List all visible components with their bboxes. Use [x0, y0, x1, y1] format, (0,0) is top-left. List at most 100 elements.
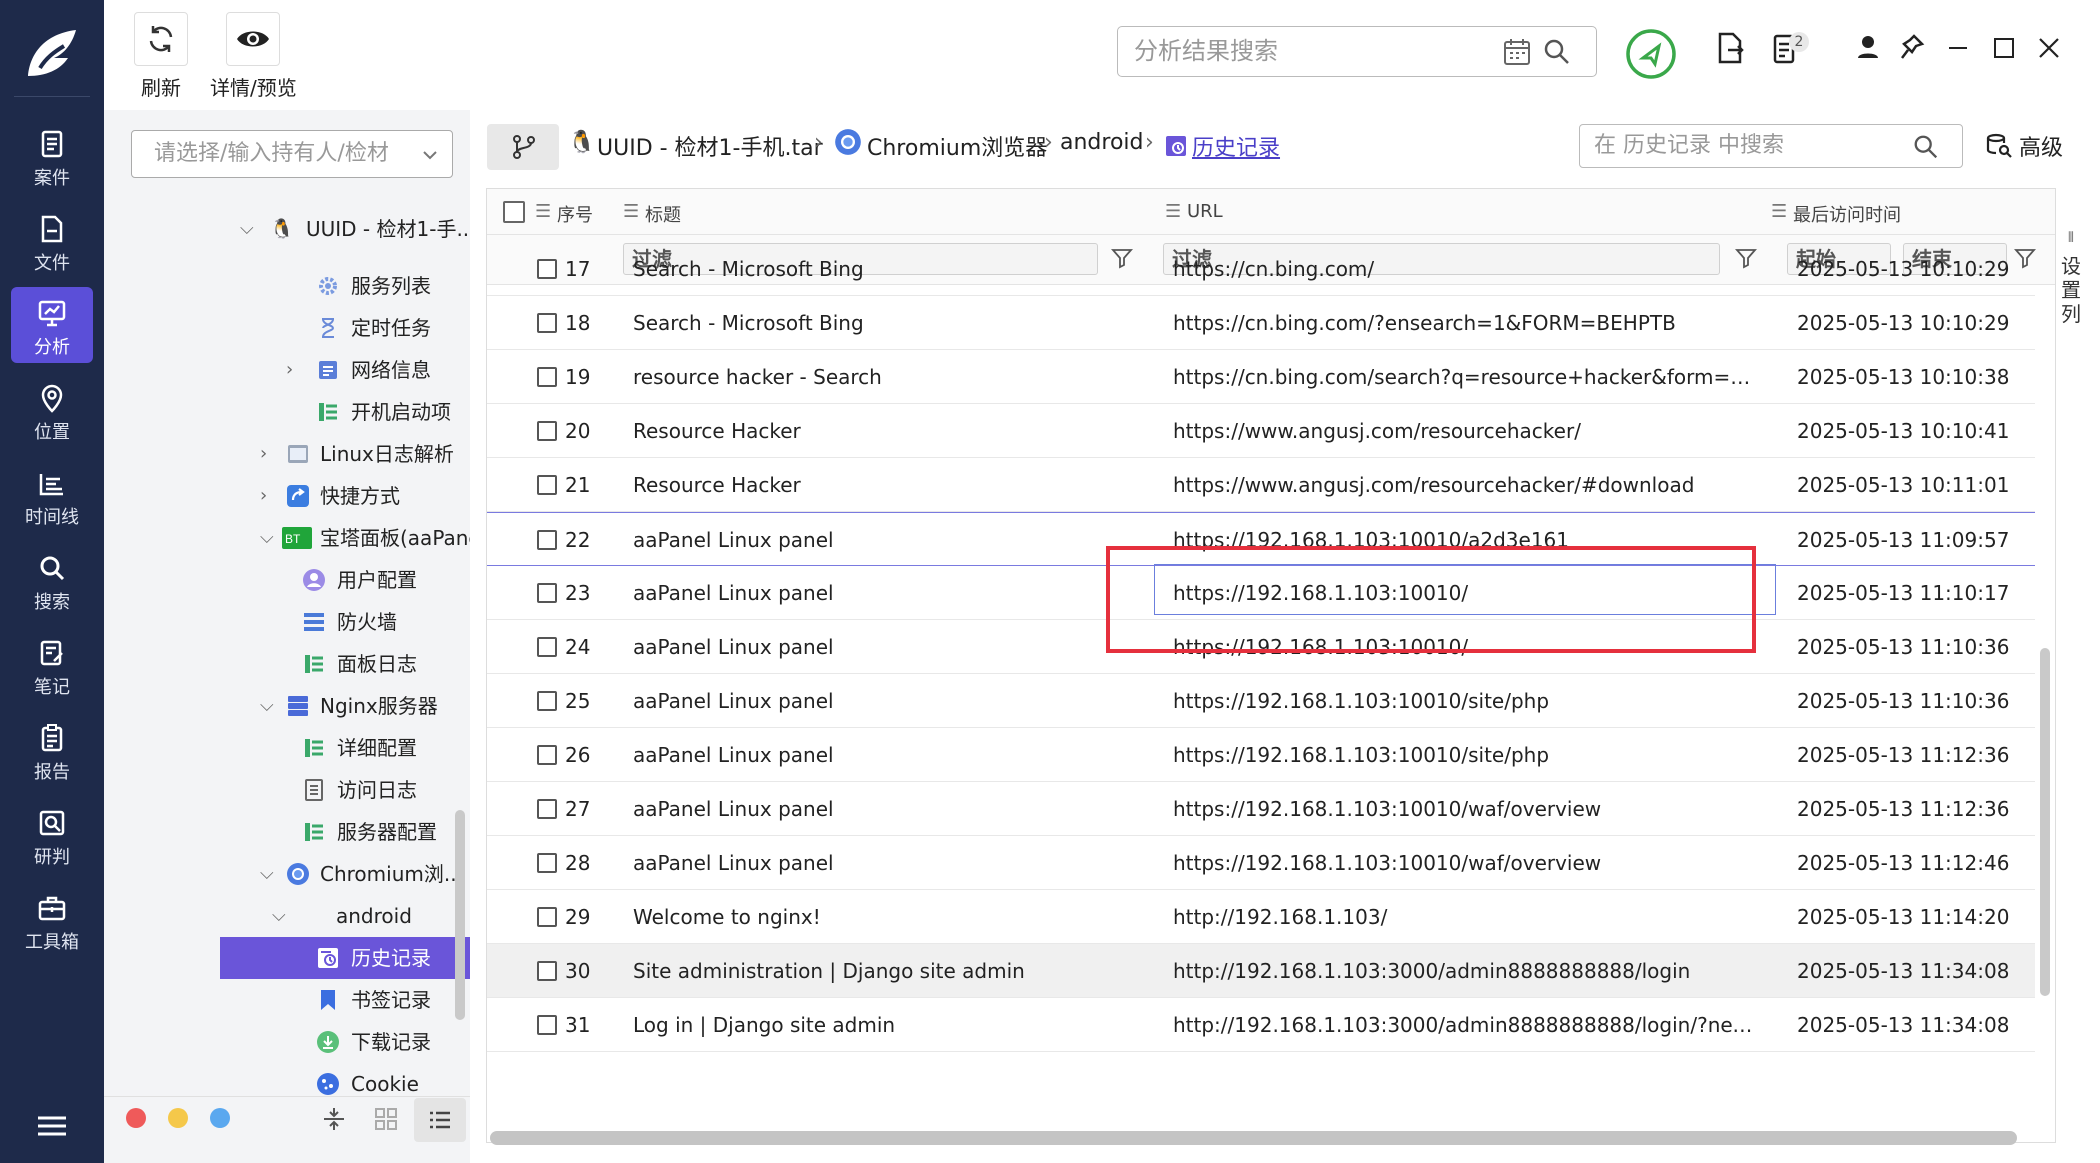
- row-checkbox[interactable]: [537, 475, 557, 495]
- column-time[interactable]: 最后访问时间: [1793, 201, 1901, 227]
- close-icon[interactable]: [2035, 30, 2063, 66]
- nav-search[interactable]: 搜索: [11, 542, 93, 618]
- cell-url[interactable]: http://192.168.1.103:3000/admin888888888…: [1173, 944, 1763, 998]
- column-menu-icon[interactable]: ☰: [535, 201, 551, 222]
- tree-item-nginx[interactable]: ⌵ Nginx服务器 46: [220, 685, 470, 727]
- tree-item-bookmarks[interactable]: 书签记录 4: [220, 979, 470, 1021]
- row-checkbox[interactable]: [537, 853, 557, 873]
- minimize-icon[interactable]: [1944, 30, 1972, 66]
- column-index[interactable]: 序号: [557, 201, 593, 227]
- yellow-tag-dot[interactable]: [168, 1108, 188, 1128]
- row-checkbox[interactable]: [537, 583, 557, 603]
- table-vertical-scrollbar[interactable]: [2040, 648, 2050, 996]
- table-row[interactable]: 31 Log in | Django site admin http://192.1…: [487, 998, 2035, 1052]
- tree-item-access-log[interactable]: 访问日志 33: [220, 769, 470, 811]
- table-row[interactable]: 19 resource hacker - Search https://cn.bin…: [487, 350, 2035, 404]
- user-icon[interactable]: [1854, 30, 1882, 66]
- cell-url[interactable]: http://192.168.1.103/: [1173, 890, 1763, 944]
- row-checkbox[interactable]: [537, 367, 557, 387]
- advanced-search-button[interactable]: 高级: [1985, 130, 2063, 162]
- table-row[interactable]: 17 Search - Microsoft Bing https://cn.bing…: [487, 242, 2035, 296]
- nav-timeline[interactable]: 时间线: [11, 457, 93, 533]
- chevron-down-icon[interactable]: ⌵: [240, 208, 254, 250]
- tree-item-cron[interactable]: 定时任务 4: [220, 307, 470, 349]
- tree-item-downloads[interactable]: 下载记录 1: [220, 1021, 470, 1063]
- chevron-down-icon[interactable]: ⌵: [260, 853, 274, 895]
- cell-url[interactable]: https://www.angusj.com/resourcehacker/#d…: [1173, 458, 1763, 512]
- nav-location[interactable]: 位置: [11, 372, 93, 448]
- row-checkbox[interactable]: [537, 313, 557, 333]
- details-preview-button[interactable]: 详情/预览: [210, 12, 297, 101]
- breadcrumb-platform[interactable]: android: [1060, 130, 1144, 155]
- select-all-checkbox[interactable]: [503, 201, 525, 223]
- nav-judge[interactable]: 研判: [11, 797, 93, 873]
- nav-case[interactable]: 案件: [11, 118, 93, 194]
- nav-toolbox[interactable]: 工具箱: [11, 882, 93, 958]
- column-menu-icon[interactable]: ☰: [1165, 201, 1181, 222]
- row-checkbox[interactable]: [537, 259, 557, 279]
- tree-item-detail-config[interactable]: 详细配置 1: [220, 727, 470, 769]
- tree-item-services[interactable]: 服务列表 127: [220, 265, 470, 307]
- table-row[interactable]: 27 aaPanel Linux panel https://192.168.1.1…: [487, 782, 2035, 836]
- tree-scrollbar[interactable]: [455, 810, 465, 1020]
- cell-url[interactable]: http://192.168.1.103:3000/admin888888888…: [1173, 998, 1763, 1052]
- blue-tag-dot[interactable]: [210, 1108, 230, 1128]
- breadcrumb-current[interactable]: 历史记录: [1192, 130, 1280, 162]
- nav-report[interactable]: 报告: [11, 712, 93, 788]
- table-row[interactable]: 29 Welcome to nginx! http://192.168.1.103/…: [487, 890, 2035, 944]
- tree-item-shortcuts[interactable]: › 快捷方式 144: [220, 475, 470, 517]
- nav-note[interactable]: 笔记: [11, 627, 93, 703]
- chevron-down-icon[interactable]: ⌵: [272, 895, 286, 937]
- table-row[interactable]: 18 Search - Microsoft Bing https://cn.bing…: [487, 296, 2035, 350]
- chevron-right-icon[interactable]: ›: [260, 475, 267, 517]
- nav-analysis[interactable]: 分析: [11, 287, 93, 363]
- chevron-down-icon[interactable]: ⌵: [260, 685, 274, 727]
- row-checkbox[interactable]: [537, 691, 557, 711]
- cell-url[interactable]: https://192.168.1.103:10010/site/php: [1173, 674, 1763, 728]
- table-horizontal-scrollbar[interactable]: [490, 1131, 2017, 1145]
- nav-file[interactable]: 文件: [11, 203, 93, 279]
- row-checkbox[interactable]: [537, 421, 557, 441]
- tree-item-uuid[interactable]: ⌵ 🐧 UUID - 检材1-手... 17267: [220, 208, 470, 250]
- pin-icon[interactable]: [1898, 30, 1926, 66]
- branch-view-button[interactable]: [487, 124, 559, 170]
- column-title[interactable]: 标题: [645, 201, 681, 227]
- tree-item-user-config[interactable]: 用户配置 6: [220, 559, 470, 601]
- maximize-icon[interactable]: [1990, 30, 2018, 66]
- cell-url[interactable]: https://cn.bing.com/search?q=resource+ha…: [1173, 350, 1763, 404]
- grid-view-icon[interactable]: [374, 1107, 398, 1131]
- table-row[interactable]: 20 Resource Hacker https://www.angusj.com/…: [487, 404, 2035, 458]
- row-checkbox[interactable]: [537, 907, 557, 927]
- cell-url[interactable]: https://192.168.1.103:10010/site/php: [1173, 728, 1763, 782]
- table-row[interactable]: 30 Site administration | Django site admi…: [487, 944, 2035, 998]
- row-checkbox[interactable]: [537, 530, 557, 550]
- red-tag-dot[interactable]: [126, 1108, 146, 1128]
- column-menu-icon[interactable]: ☰: [623, 201, 639, 222]
- cell-url[interactable]: https://192.168.1.103:10010/waf/overview: [1173, 782, 1763, 836]
- tree-item-chromium[interactable]: ⌵ Chromium浏... 1209: [220, 853, 470, 895]
- tree-item-startup[interactable]: 开机启动项 19: [220, 391, 470, 433]
- tree-item-server-config[interactable]: 服务器配置 12: [220, 811, 470, 853]
- chevron-right-icon[interactable]: ›: [260, 433, 267, 475]
- column-menu-icon[interactable]: ☰: [1771, 201, 1787, 222]
- table-row[interactable]: 21 Resource Hacker https://www.angusj.com/…: [487, 458, 2035, 512]
- analysis-search-input[interactable]: 分析结果搜索: [1117, 26, 1597, 77]
- table-row[interactable]: 25 aaPanel Linux panel https://192.168.1.1…: [487, 674, 2035, 728]
- search-icon[interactable]: [1542, 37, 1572, 67]
- cell-url[interactable]: https://cn.bing.com/: [1173, 242, 1763, 296]
- tree-item-aapanel[interactable]: ⌵ BT 宝塔面板(aaPanel) 11: [220, 517, 470, 559]
- tree-item-android[interactable]: ⌵ android 1209: [220, 895, 470, 937]
- cell-url[interactable]: https://www.angusj.com/resourcehacker/: [1173, 404, 1763, 458]
- row-checkbox[interactable]: [537, 637, 557, 657]
- export-icon[interactable]: [1712, 30, 1748, 66]
- calendar-icon[interactable]: [1502, 37, 1532, 67]
- cell-url[interactable]: https://cn.bing.com/?ensearch=1&FORM=BEH…: [1173, 296, 1763, 350]
- cell-url[interactable]: https://192.168.1.103:10010/waf/overview: [1173, 836, 1763, 890]
- breadcrumb-root[interactable]: UUID - 检材1-手机.tar: [597, 130, 823, 162]
- status-indicator-icon[interactable]: [1625, 28, 1677, 80]
- search-icon[interactable]: [1912, 133, 1940, 161]
- table-search-input[interactable]: 在 历史记录 中搜索: [1579, 124, 1963, 168]
- row-checkbox[interactable]: [537, 1015, 557, 1035]
- list-view-button[interactable]: [414, 1098, 466, 1142]
- row-checkbox[interactable]: [537, 745, 557, 765]
